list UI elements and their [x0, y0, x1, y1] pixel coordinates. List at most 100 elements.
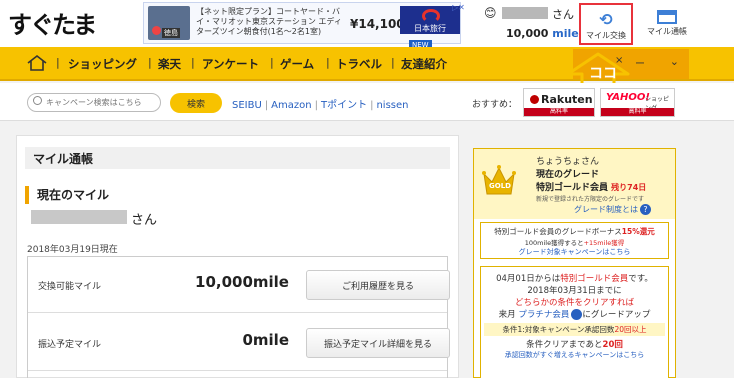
ad-info-close-icon[interactable]: ▷✕ — [452, 3, 465, 12]
search-bar: 検索 SEIBU|Amazon|Tポイント|nissen おすすめ： Rakut… — [0, 83, 734, 121]
search-button[interactable]: 検索 — [170, 93, 222, 113]
plat-line-4-pre: 来月 — [498, 310, 516, 320]
grade-summary: GOLD ちょうちょさん 現在のグレード 特別ゴールド会員 残り74日 新規で登… — [474, 149, 675, 219]
nav-item-travel[interactable]: トラベル — [336, 56, 382, 72]
nav-separator: | — [56, 56, 60, 69]
grade-system-link[interactable]: グレード制度とは? — [574, 204, 651, 215]
page-title: マイル通帳 — [25, 147, 450, 169]
mile-passbook-card: マイル通帳 現在のマイル さん 2018年03月19日現在 交換可能マイル 10… — [16, 135, 459, 378]
banner-ad[interactable]: 徳島 【ネット限定プラン】コートヤード・バイ・マリオット東京ステーション エディ… — [143, 2, 465, 44]
usage-history-button[interactable]: ご利用履歴を見る — [306, 270, 450, 300]
condition-1-text: 条件1:対象キャンペーン承認回数 — [502, 325, 615, 334]
nav-item-rakuten[interactable]: 楽天 — [158, 56, 181, 72]
campaign-search-input[interactable] — [27, 93, 161, 112]
ad-advertiser-logo: 日本旅行 — [400, 6, 460, 34]
member-name-redacted — [31, 210, 127, 224]
nav-separator: | — [191, 56, 195, 69]
mile-passbook-button[interactable]: マイル通帳 — [640, 3, 694, 45]
recommend-label: おすすめ： — [472, 100, 518, 110]
yahoo-shopping-banner[interactable]: YAHOO! ショッピング 高料率 — [600, 88, 675, 117]
nav-item-survey[interactable]: アンケート — [202, 56, 259, 72]
current-grade-label: 現在のグレード — [536, 170, 600, 180]
grade-name: 特別ゴールド会員 残り74日 — [536, 180, 646, 193]
grade-bonus-box: 特別ゴールド会員のグレードボーナス15%還元 100mile獲得すると+15mi… — [480, 222, 669, 259]
mile-balance-value: 10,000 — [506, 27, 549, 40]
link-separator: | — [264, 100, 269, 111]
question-icon[interactable]: ? — [571, 309, 583, 320]
yahoo-logo: YAHOO! — [606, 92, 650, 103]
rakuten-name: Rakuten — [541, 93, 593, 106]
passbook-icon — [657, 10, 677, 24]
exchangeable-mile-value: 10,000mile — [195, 273, 289, 291]
nav-item-shopping[interactable]: ショッピング — [68, 56, 137, 72]
rakuten-r-icon — [530, 95, 539, 104]
as-of-date: 2018年03月19日現在 — [27, 245, 118, 255]
bonus-amount: +15mile獲得 — [583, 239, 625, 247]
grade-name-text: 特別ゴールド会員 — [536, 183, 609, 193]
platinum-upgrade-box: 04月01日からは特別ゴールド会員です。 2018年03月31日までに どちらか… — [480, 266, 669, 378]
question-icon: ? — [640, 204, 651, 215]
remaining-count: 20回 — [602, 340, 623, 350]
member-name-suffix: さん — [131, 213, 158, 228]
plat-line-1: 04月01日からは特別ゴールド会員です。 — [481, 272, 668, 284]
ad-text: 【ネット限定プラン】コートヤード・バイ・マリオット東京ステーション エディターズ… — [196, 7, 342, 36]
mile-passbook-label: マイル通帳 — [647, 27, 687, 36]
nav-item-referral[interactable]: 友達紹介 — [401, 56, 447, 72]
nav-item-game[interactable]: ゲーム — [280, 56, 314, 72]
site-logo[interactable]: すぐたま — [8, 5, 97, 40]
user-face-icon: 😊 — [484, 6, 497, 20]
grade-panel: GOLD ちょうちょさん 現在のグレード 特別ゴールド会員 残り74日 新規で登… — [473, 148, 676, 378]
plat-line-1-pre: 04月01日からは — [496, 274, 561, 284]
annotation-text: ココ — [589, 66, 617, 82]
nav-separator: | — [326, 56, 330, 69]
table-row: 交換可能マイル 10,000mile ご利用履歴を見る — [28, 257, 450, 313]
gold-crown-icon — [482, 165, 516, 195]
search-icon — [33, 96, 42, 105]
bonus-line-2-text: 100mile獲得すると — [524, 239, 584, 247]
rakuten-rate: 高料率 — [524, 108, 594, 116]
ad-advertiser-name: 日本旅行 — [414, 24, 446, 33]
ad-marker-icon — [152, 26, 161, 35]
grade-remaining-days: 残り74日 — [611, 183, 647, 192]
mile-table: 交換可能マイル 10,000mile ご利用履歴を見る 振込予定マイル 0mil… — [27, 256, 450, 378]
quick-link-nissen[interactable]: nissen — [376, 100, 408, 111]
approval-campaign-link[interactable]: 承認回数がすぐ増えるキャンペーンはこちら — [481, 350, 668, 360]
grade-campaign-link[interactable]: グレード対象キャンペーンはこちら — [481, 247, 668, 257]
plat-line-3: どちらかの条件をクリアすれば — [514, 298, 634, 308]
quick-link-amazon[interactable]: Amazon — [271, 100, 311, 111]
rakuten-logo: Rakuten — [530, 93, 593, 106]
condition-1-count: 20回以上 — [614, 325, 647, 334]
plat-line-4: 来月 プラチナ会員? にグレードアップ — [481, 308, 668, 320]
yahoo-rate: 高料率 — [601, 108, 674, 116]
platinum-link[interactable]: プラチナ会員 — [518, 310, 569, 320]
mile-balance: 10,000 mile — [506, 27, 579, 40]
user-name-redacted — [502, 7, 548, 19]
site-header: すぐたま 徳島 【ネット限定プラン】コートヤード・バイ・マリオット東京ステーショ… — [0, 0, 734, 51]
ad-hotel-image: 徳島 — [148, 6, 190, 40]
exchangeable-mile-label: 交換可能マイル — [38, 282, 102, 292]
quick-link-seibu[interactable]: SEIBU — [232, 100, 262, 111]
pending-mile-label: 振込予定マイル — [38, 340, 102, 350]
pending-mile-value: 0mile — [242, 331, 289, 349]
rakuten-banner[interactable]: Rakuten 高料率 — [523, 88, 595, 117]
condition-1: 条件1:対象キャンペーン承認回数20回以上 — [484, 323, 665, 336]
link-separator: | — [370, 100, 374, 111]
quick-link-tpoint[interactable]: Tポイント — [321, 100, 367, 111]
pending-mile-detail-button[interactable]: 振込予定マイル詳細を見る — [306, 328, 450, 358]
table-row: 振込予定マイル 0mile 振込予定マイル詳細を見る — [28, 315, 450, 371]
link-separator: | — [314, 100, 318, 111]
nav-separator: | — [391, 56, 395, 69]
ad-hotel-badge: 徳島 — [162, 28, 180, 38]
remaining-condition: 条件クリアまであと20回 — [481, 338, 668, 350]
mile-exchange-button[interactable]: ⟲ マイル交換 — [579, 3, 633, 45]
grade-username: ちょうちょさん — [536, 157, 600, 167]
mile-balance-unit: mile — [552, 27, 579, 40]
bonus-line-1: 特別ゴールド会員のグレードボーナス15%還元 — [481, 226, 668, 237]
nav-separator: | — [270, 56, 274, 69]
remaining-condition-text: 条件クリアまであと — [526, 340, 603, 350]
home-icon[interactable] — [24, 54, 50, 72]
quick-links: SEIBU | Amazon | Tポイント | nissen — [232, 96, 408, 111]
plat-line-1-grade: 特別ゴールド会員 — [560, 274, 629, 284]
plat-line-2: 2018年03月31日までに — [527, 286, 622, 296]
advertiser-swoosh-icon — [422, 9, 440, 23]
